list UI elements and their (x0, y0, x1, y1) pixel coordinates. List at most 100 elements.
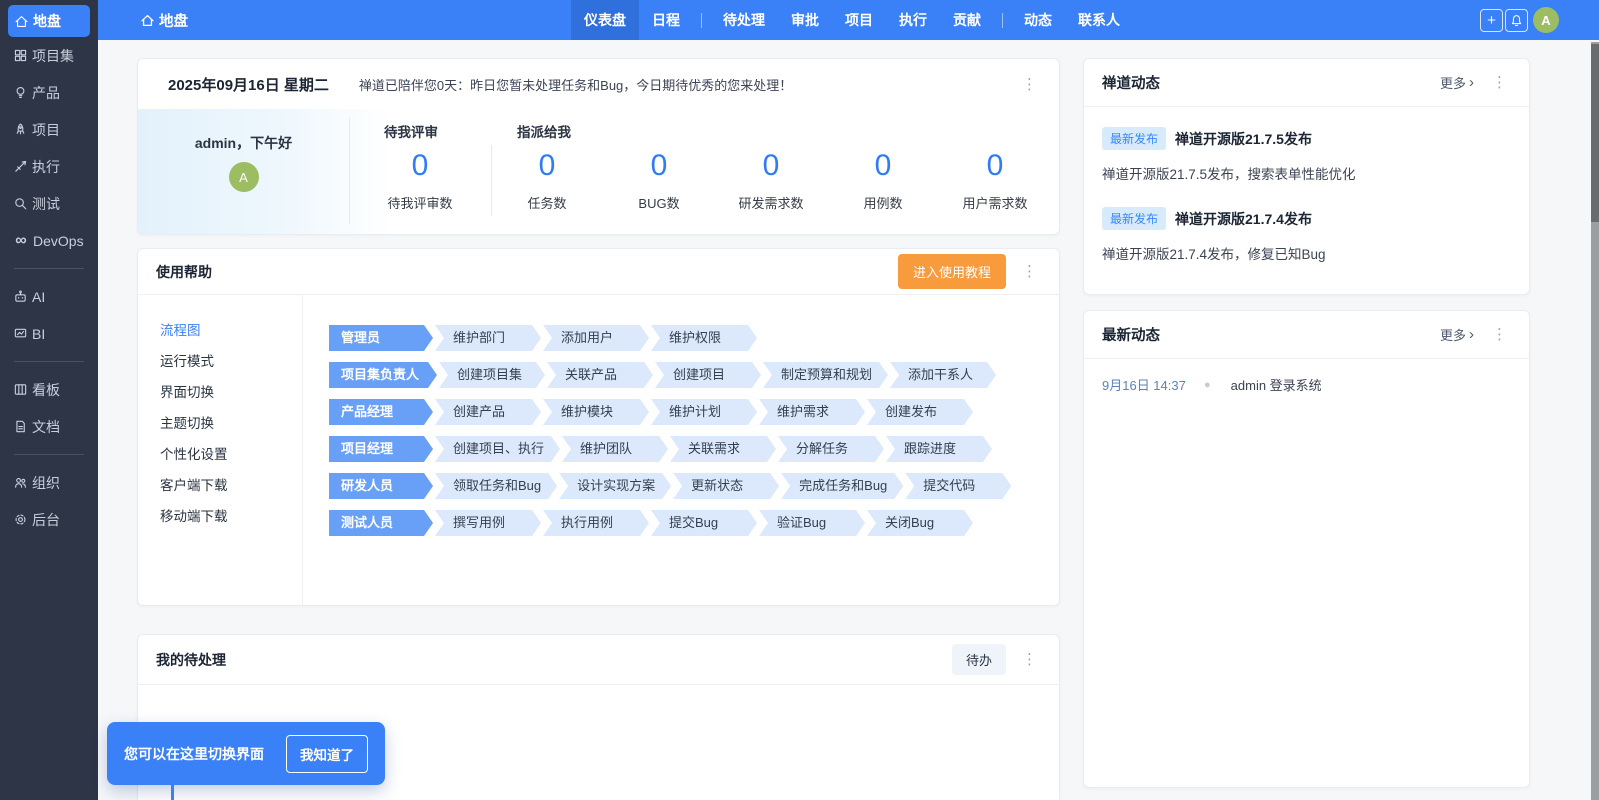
kebab-menu-icon[interactable]: ⋮ (1488, 325, 1511, 344)
flow-row-admin: 管理员 维护部门 添加用户 维护权限 (329, 325, 1059, 351)
flow-row-product-manager: 产品经理 创建产品 维护模块 维护计划 维护需求 创建发布 (329, 399, 1059, 425)
sidebar-item-program[interactable]: 项目集 (0, 37, 98, 74)
tab-dashboard[interactable]: 仪表盘 (571, 0, 639, 40)
tab-contacts[interactable]: 联系人 (1065, 0, 1133, 40)
help-menu-mode[interactable]: 运行模式 (138, 346, 302, 377)
avatar[interactable]: A (228, 162, 259, 192)
todo-filter-button[interactable]: 待办 (951, 644, 1006, 675)
more-label: 更多 (1439, 328, 1466, 343)
flowchart: 管理员 维护部门 添加用户 维护权限 项目集负责人 创建项目集 关联产品 创建项… (303, 295, 1059, 606)
activity-time: 9月16日 14:37 (1102, 378, 1186, 393)
sidebar-item-qa[interactable]: 测试 (0, 185, 98, 222)
news-item-desc: 禅道开源版21.7.4发布，修复已知Bug (1102, 247, 1326, 262)
help-header: 使用帮助 进入使用教程 ⋮ (138, 249, 1059, 295)
news-badge: 最新发布 (1102, 127, 1167, 150)
sidebar-item-execution[interactable]: 执行 (0, 148, 98, 185)
sidebar-item-product[interactable]: 产品 (0, 74, 98, 111)
flow-row-program-owner: 项目集负责人 创建项目集 关联产品 创建项目 制定预算和规划 添加干系人 (329, 362, 1059, 388)
kebab-menu-icon[interactable]: ⋮ (1018, 75, 1041, 94)
tab-todo[interactable]: 待处理 (710, 0, 778, 40)
flow-step-chip: 更新状态 (673, 473, 779, 499)
help-menu-flowchart[interactable]: 流程图 (138, 315, 302, 346)
app-window: 地盘 项目集 产品 项目 执行 测试 ∞ DevOps AI BI 看板 文档 … (0, 0, 1599, 800)
tutorial-button[interactable]: 进入使用教程 (897, 254, 1006, 289)
tab-execution[interactable]: 执行 (886, 0, 940, 40)
stat-story-count[interactable]: 0 研发需求数 (715, 141, 827, 212)
flow-role-chip: 管理员 (329, 325, 433, 351)
notifications-button[interactable] (1505, 8, 1528, 32)
topbar-home-label: 地盘 (159, 13, 188, 30)
flow-step-chip: 提交Bug (651, 510, 757, 536)
rocket-icon (13, 122, 28, 137)
latest-more-link[interactable]: 更多 › (1440, 325, 1474, 344)
stat-task-count[interactable]: 0 任务数 (491, 141, 603, 212)
welcome-message: 禅道已陪伴您0天：昨日您暂未处理任务和Bug，今日期待优秀的您来处理！ (358, 77, 793, 93)
sidebar-item-label: 产品 (32, 84, 60, 101)
flow-step-chip: 领取任务和Bug (435, 473, 557, 499)
sidebar-item-org[interactable]: 组织 (0, 464, 98, 501)
tab-review[interactable]: 审批 (778, 0, 832, 40)
sidebar-item-label: BI (32, 325, 46, 342)
flow-step-chip: 创建产品 (435, 399, 541, 425)
stat-value: 0 (538, 149, 556, 182)
flow-role-chip: 研发人员 (329, 473, 433, 499)
help-menu-client-download[interactable]: 客户端下载 (138, 470, 302, 501)
flow-step-chip: 维护模块 (543, 399, 649, 425)
stat-review-count[interactable]: 0 待我评审数 (349, 141, 491, 212)
stat-requirement-count[interactable]: 0 用户需求数 (939, 141, 1051, 212)
sidebar-item-label: 项目 (32, 121, 60, 138)
sidebar-item-project[interactable]: 项目 (0, 111, 98, 148)
topbar-tabs: 仪表盘 日程 待处理 审批 项目 执行 贡献 动态 联系人 (571, 0, 1133, 40)
kebab-menu-icon[interactable]: ⋮ (1488, 73, 1511, 92)
flow-row-project-manager: 项目经理 创建项目、执行 维护团队 关联需求 分解任务 跟踪进度 (329, 436, 1059, 462)
sidebar-item-ai[interactable]: AI (0, 278, 98, 315)
sidebar-item-kanban[interactable]: 看板 (0, 371, 98, 408)
help-menu-personalize[interactable]: 个性化设置 (138, 439, 302, 470)
create-button[interactable]: + (1480, 8, 1503, 32)
flow-step-chip: 维护团队 (562, 436, 668, 462)
stat-bug-count[interactable]: 0 BUG数 (603, 141, 715, 212)
chevron-right-icon: › (1469, 74, 1474, 91)
flow-step-chip: 关联产品 (547, 362, 653, 388)
help-menu: 流程图 运行模式 界面切换 主题切换 个性化设置 客户端下载 移动端下载 (138, 295, 303, 605)
sidebar-item-devops[interactable]: ∞ DevOps (0, 222, 98, 259)
flow-step-chip: 提交代码 (905, 473, 1011, 499)
stat-group-assigned: 指派给我 0 任务数 0 BUG数 0 研发需求数 0 用例数 0 用户需求数 (491, 109, 1059, 234)
stat-label: BUG数 (638, 196, 680, 211)
tab-project[interactable]: 项目 (832, 0, 886, 40)
activity-item[interactable]: 9月16日 14:37 ● admin 登录系统 (1102, 375, 1511, 394)
tab-contribution[interactable]: 贡献 (940, 0, 994, 40)
scrollbar-thumb[interactable] (1591, 44, 1599, 222)
stat-group-review: 待我评审 0 待我评审数 (349, 109, 491, 234)
user-avatar[interactable]: A (1533, 7, 1559, 33)
sidebar-item-doc[interactable]: 文档 (0, 408, 98, 445)
help-menu-theme[interactable]: 主题切换 (138, 408, 302, 439)
stat-case-count[interactable]: 0 用例数 (827, 141, 939, 212)
welcome-body: admin，下午好 A 待我评审 0 待我评审数 指派给我 0 任务数 0 BU… (138, 109, 1059, 234)
sidebar-item-admin[interactable]: 后台 (0, 501, 98, 538)
sidebar-item-bi[interactable]: BI (0, 315, 98, 352)
tab-calendar[interactable]: 日程 (639, 0, 693, 40)
stat-label: 待我评审数 (387, 196, 453, 211)
news-title: 禅道动态 (1102, 76, 1160, 92)
tooltip-confirm-button[interactable]: 我知道了 (286, 734, 368, 773)
news-item[interactable]: 最新发布 禅道开源版21.7.5发布 禅道开源版21.7.5发布，搜索表单性能优… (1102, 127, 1511, 183)
tab-separator (701, 12, 702, 28)
news-item[interactable]: 最新发布 禅道开源版21.7.4发布 禅道开源版21.7.4发布，修复已知Bug (1102, 207, 1511, 263)
stat-value: 0 (762, 149, 780, 182)
page-scrollbar[interactable] (1591, 42, 1599, 800)
kebab-menu-icon[interactable]: ⋮ (1018, 650, 1041, 669)
flow-role-chip: 项目经理 (329, 436, 433, 462)
flow-step-chip: 关闭Bug (867, 510, 973, 536)
help-menu-mobile-download[interactable]: 移动端下载 (138, 501, 302, 532)
kebab-menu-icon[interactable]: ⋮ (1018, 262, 1041, 281)
tab-dynamic[interactable]: 动态 (1011, 0, 1065, 40)
kanban-icon (13, 382, 28, 397)
sidebar-item-dashboard[interactable]: 地盘 (8, 5, 90, 37)
plus-icon: + (1487, 11, 1496, 29)
flow-step-chip: 制定预算和规划 (763, 362, 888, 388)
news-more-link[interactable]: 更多 › (1440, 73, 1474, 92)
help-menu-ui-switch[interactable]: 界面切换 (138, 377, 302, 408)
topbar-home[interactable]: 地盘 (140, 0, 188, 40)
flow-step-chip: 撰写用例 (435, 510, 541, 536)
